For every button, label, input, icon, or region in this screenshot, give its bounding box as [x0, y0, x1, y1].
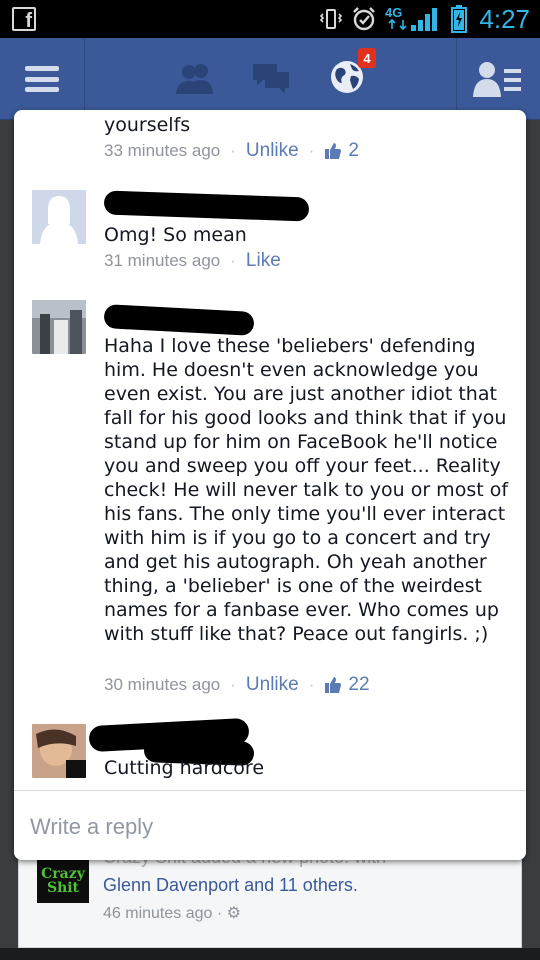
notifications-globe-icon: 4 — [328, 48, 376, 100]
menu-icon — [25, 66, 59, 92]
comment-text: Cutting hardcore — [104, 757, 265, 779]
bottom-edge — [0, 948, 540, 960]
like-count[interactable]: 22 — [324, 674, 370, 696]
redacted-name — [103, 304, 255, 336]
reply-composer — [14, 790, 526, 860]
comment-time: 30 minutes ago — [104, 675, 221, 694]
clock: 4:27 — [479, 3, 530, 34]
page-avatar: Crazy Shit — [37, 857, 89, 903]
facebook-notification-icon: f — [12, 7, 36, 31]
network-label: 4G — [385, 5, 402, 20]
comment-item: Haha I love these 'beliebers' defending … — [14, 300, 526, 710]
settings-gear-icon: ⚙ — [226, 905, 241, 922]
status-bar: f 4G 4:27 — [0, 0, 540, 38]
friends-list-button[interactable] — [456, 38, 540, 120]
like-link[interactable]: Like — [246, 250, 281, 272]
comment-meta: 31 minutes ago · Like — [104, 250, 281, 272]
default-avatar[interactable] — [32, 190, 86, 244]
comment-text: Omg! So mean — [104, 224, 247, 246]
comment-time: 31 minutes ago — [104, 251, 221, 270]
comment-text: yourselfs — [104, 114, 191, 136]
friend-requests-button[interactable] — [160, 38, 230, 120]
reply-input[interactable] — [30, 809, 500, 845]
comment-time: 33 minutes ago — [104, 141, 221, 160]
facebook-nav-bar: 4 — [0, 38, 540, 120]
comment-item: yourselfs 33 minutes ago · Unlike · 2 — [14, 110, 526, 170]
messages-icon — [253, 64, 289, 94]
unlike-link[interactable]: Unlike — [246, 140, 299, 162]
story-timestamp: 46 minutes ago · ⚙ — [103, 905, 241, 922]
thumbs-up-icon — [325, 143, 342, 159]
friend-requests-icon — [176, 64, 213, 94]
alarm-icon — [351, 6, 377, 32]
comment-item: Omg! So mean 31 minutes ago · Like — [14, 188, 526, 288]
friends-list-icon — [473, 62, 521, 97]
battery-icon — [451, 5, 468, 33]
redacted-name — [103, 190, 310, 222]
menu-button[interactable] — [0, 38, 84, 120]
comment-text: Haha I love these 'beliebers' defending … — [104, 335, 509, 645]
thumbs-up-icon — [325, 677, 342, 693]
messages-button[interactable] — [236, 38, 306, 120]
user-avatar[interactable] — [32, 724, 86, 778]
comment-meta: 33 minutes ago · Unlike · 2 — [104, 140, 359, 162]
like-count[interactable]: 2 — [324, 140, 359, 162]
4g-signal-icon: 4G — [385, 5, 443, 33]
comments-dialog: yourselfs 33 minutes ago · Unlike · 2 Om… — [14, 110, 526, 860]
story-tagged-people[interactable]: Glenn Davenport and 11 others. — [103, 875, 358, 896]
notification-count-badge: 4 — [358, 48, 376, 68]
unlike-link[interactable]: Unlike — [246, 674, 299, 696]
comment-item: Cutting hardcore — [14, 717, 526, 790]
notifications-button[interactable]: 4 — [312, 38, 382, 120]
status-icons: 4G 4:27 — [319, 0, 530, 38]
user-avatar[interactable] — [32, 300, 86, 354]
comment-meta: 30 minutes ago · Unlike · 22 — [104, 674, 370, 696]
vibrate-icon — [319, 7, 343, 31]
